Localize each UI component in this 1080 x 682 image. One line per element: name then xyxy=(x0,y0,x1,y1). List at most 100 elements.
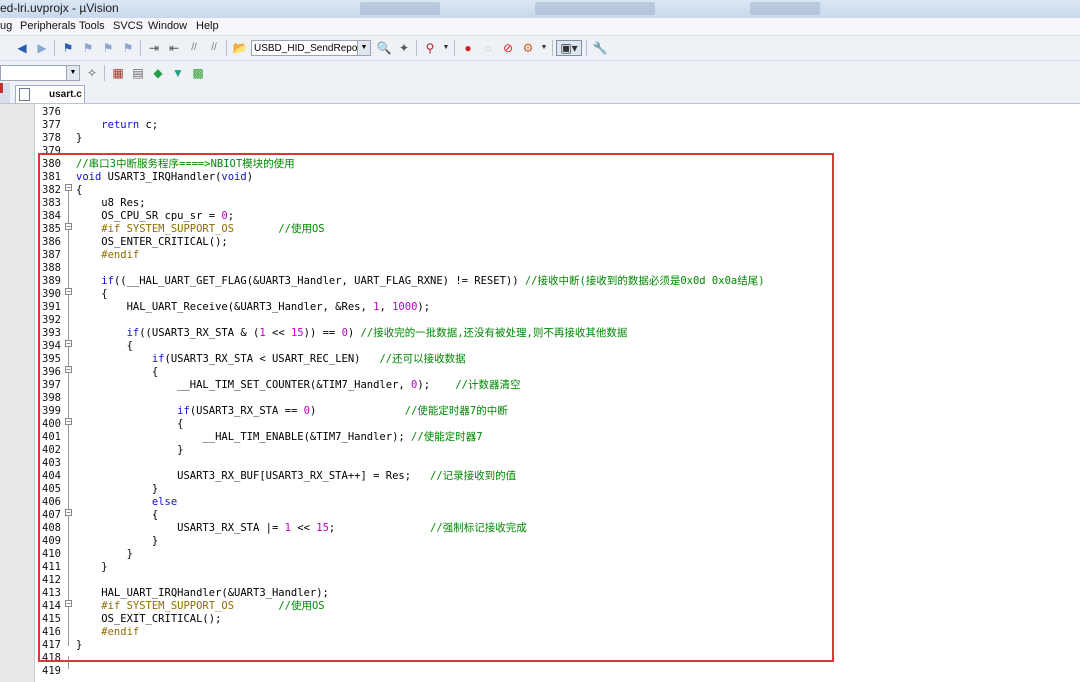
code-line[interactable]: 416 #endif xyxy=(0,626,1080,639)
line-number: 382 xyxy=(42,184,61,196)
window-layout-icon[interactable]: ▣▾ xyxy=(556,40,582,56)
menu-item-svcs[interactable]: SVCS xyxy=(113,20,143,32)
code-line[interactable]: 378} xyxy=(0,132,1080,145)
indent-icon[interactable]: ⇥ xyxy=(146,40,162,56)
translate-icon[interactable]: ▤ xyxy=(130,65,146,81)
line-number: 411 xyxy=(42,561,61,573)
chevron-down-icon[interactable]: ▼ xyxy=(536,40,552,56)
code-line[interactable]: 407 { xyxy=(0,509,1080,522)
code-token: USART3_IRQHandler( xyxy=(101,171,222,183)
menu-item-debug[interactable]: ug xyxy=(0,20,12,32)
download-icon[interactable]: ▼ xyxy=(170,65,186,81)
code-line[interactable]: 386 OS_ENTER_CRITICAL(); xyxy=(0,236,1080,249)
target-combo[interactable]: ▼ xyxy=(0,65,80,81)
code-line[interactable]: 382 { xyxy=(0,184,1080,197)
code-line[interactable]: 403 xyxy=(0,457,1080,470)
rebuild-icon[interactable]: ◆ xyxy=(150,65,166,81)
code-line[interactable]: 380 //串口3中断服务程序====>NBIOT模块的使用 xyxy=(0,158,1080,171)
find-icon[interactable]: 🔍 xyxy=(376,40,392,56)
code-line[interactable]: 400 { xyxy=(0,418,1080,431)
breakpoint-icon[interactable]: ● xyxy=(460,40,476,56)
options-icon[interactable]: ⚙ xyxy=(520,40,536,56)
code-line[interactable]: 415 OS_EXIT_CRITICAL(); xyxy=(0,613,1080,626)
code-token: } xyxy=(76,483,159,495)
code-line[interactable]: 406 else xyxy=(0,496,1080,509)
code-line[interactable]: 411 } xyxy=(0,561,1080,574)
chevron-down-icon[interactable]: ▼ xyxy=(66,66,79,80)
arrow-back-icon[interactable]: ◀ xyxy=(14,40,30,56)
target-options-icon[interactable]: ✧ xyxy=(84,65,100,81)
code-line[interactable]: 417} xyxy=(0,639,1080,652)
code-line[interactable]: 383 u8 Res; xyxy=(0,197,1080,210)
code-token: c; xyxy=(139,119,159,131)
code-line[interactable]: 413 HAL_UART_IRQHandler(&UART3_Handler); xyxy=(0,587,1080,600)
menu-item-peripherals[interactable]: Peripherals xyxy=(20,20,76,32)
code-line[interactable]: 393 if((USART3_RX_STA & (1 << 15)) == 0)… xyxy=(0,327,1080,340)
bookmark-prev-icon[interactable]: ⚑ xyxy=(80,40,96,56)
code-token: ); xyxy=(417,301,431,313)
chevron-down-icon[interactable]: ▼ xyxy=(357,41,370,55)
code-line[interactable]: 419 xyxy=(0,665,1080,678)
wrench-icon[interactable]: 🔧 xyxy=(592,40,608,56)
code-line[interactable]: 395 if(USART3_RX_STA < USART_REC_LEN) //… xyxy=(0,353,1080,366)
find-in-files-icon[interactable]: 📂 xyxy=(232,40,248,56)
code-text: void USART3_IRQHandler(void) xyxy=(76,171,253,184)
code-line[interactable]: 392 xyxy=(0,314,1080,327)
code-line[interactable]: 379 xyxy=(0,145,1080,158)
code-line[interactable]: 391 HAL_UART_Receive(&UART3_Handler, &Re… xyxy=(0,301,1080,314)
bookmark-icon[interactable]: ⚑ xyxy=(60,40,76,56)
arrow-forward-icon[interactable]: ▶ xyxy=(34,40,50,56)
code-editor[interactable]: − − − − − − − − 376 377 return c; 378} 379 3… xyxy=(0,104,1080,682)
tab-usart-c[interactable]: usart.c xyxy=(15,85,85,103)
code-line[interactable]: 414 #if SYSTEM_SUPPORT_OS //使用OS xyxy=(0,600,1080,613)
wand-icon[interactable]: ✦ xyxy=(396,40,412,56)
comment-icon[interactable]: // xyxy=(186,40,202,56)
line-number: 403 xyxy=(42,457,61,469)
zoom-icon[interactable]: ⚲ xyxy=(422,40,438,56)
menu-item-help[interactable]: Help xyxy=(196,20,219,32)
code-line[interactable]: 412 xyxy=(0,574,1080,587)
bookmark-next-icon[interactable]: ⚑ xyxy=(100,40,116,56)
line-number: 408 xyxy=(42,522,61,534)
breakpoint-kill-icon[interactable]: ⊘ xyxy=(500,40,516,56)
code-line[interactable]: 381 void USART3_IRQHandler(void) xyxy=(0,171,1080,184)
toolbar-separator xyxy=(140,40,141,56)
uncomment-icon[interactable]: // xyxy=(206,40,222,56)
code-text: } xyxy=(76,535,158,548)
code-line[interactable]: 409 } xyxy=(0,535,1080,548)
code-line[interactable]: 384 OS_CPU_SR cpu_sr = 0; xyxy=(0,210,1080,223)
code-line[interactable]: 397 __HAL_TIM_SET_COUNTER(&TIM7_Handler,… xyxy=(0,379,1080,392)
code-line[interactable]: 385 #if SYSTEM_SUPPORT_OS //使用OS xyxy=(0,223,1080,236)
line-number: 384 xyxy=(42,210,61,222)
code-line[interactable]: 376 xyxy=(0,106,1080,119)
code-text: if((__HAL_UART_GET_FLAG(&UART3_Handler, … xyxy=(76,275,764,288)
unindent-icon[interactable]: ⇤ xyxy=(166,40,182,56)
breakpoint-disable-icon[interactable]: ○ xyxy=(480,40,496,56)
code-line[interactable]: 399 if(USART3_RX_STA == 0) //使能定时器7的中断 xyxy=(0,405,1080,418)
code-line[interactable]: 377 return c; xyxy=(0,119,1080,132)
manage-icon[interactable]: ▩ xyxy=(190,65,206,81)
code-line[interactable]: 398 xyxy=(0,392,1080,405)
code-line[interactable]: 388 xyxy=(0,262,1080,275)
code-line[interactable]: 401 __HAL_TIM_ENABLE(&TIM7_Handler); //使… xyxy=(0,431,1080,444)
code-line[interactable]: 387 #endif xyxy=(0,249,1080,262)
code-line[interactable]: 402 } xyxy=(0,444,1080,457)
line-number: 406 xyxy=(42,496,61,508)
code-comment: //强制标记接收完成 xyxy=(430,522,527,534)
menu-item-window[interactable]: Window xyxy=(148,20,187,32)
code-line[interactable]: 405 } xyxy=(0,483,1080,496)
code-line[interactable]: 390 { xyxy=(0,288,1080,301)
build-icon[interactable]: ▦ xyxy=(110,65,126,81)
code-line[interactable]: 418 xyxy=(0,652,1080,665)
code-line[interactable]: 404 USART3_RX_BUF[USART3_RX_STA++] = Res… xyxy=(0,470,1080,483)
bookmark-clear-icon[interactable]: ⚑ xyxy=(120,40,136,56)
menu-item-tools[interactable]: Tools xyxy=(79,20,105,32)
code-line[interactable]: 408 USART3_RX_STA |= 1 << 15; //强制标记接收完成 xyxy=(0,522,1080,535)
code-line[interactable]: 394 { xyxy=(0,340,1080,353)
function-combo[interactable]: USBD_HID_SendReport ▼ xyxy=(251,40,371,56)
code-line[interactable]: 396 { xyxy=(0,366,1080,379)
code-line[interactable]: 389 if((__HAL_UART_GET_FLAG(&UART3_Handl… xyxy=(0,275,1080,288)
code-line[interactable]: 410 } xyxy=(0,548,1080,561)
chevron-down-icon[interactable]: ▼ xyxy=(438,40,454,56)
